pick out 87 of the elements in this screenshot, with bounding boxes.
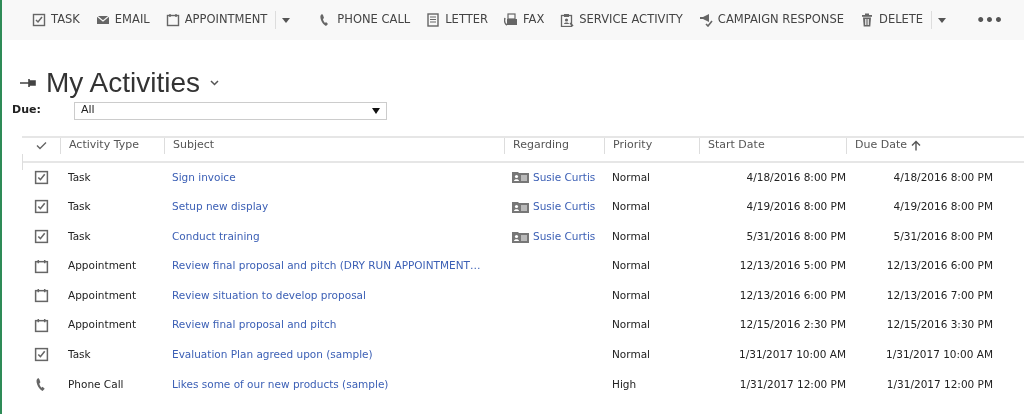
start-date-cell-text: 4/19/2016 8:00 PM xyxy=(745,199,846,215)
column-header[interactable]: Due Date xyxy=(855,137,907,154)
subject-link[interactable]: Setup new display xyxy=(164,199,504,215)
trash-icon xyxy=(860,13,875,27)
column-header[interactable]: Priority xyxy=(613,137,653,154)
toolbar-button[interactable]: PHONE CALL xyxy=(310,4,419,36)
subject-link[interactable]: Review final proposal and pitch xyxy=(164,317,504,334)
column-header[interactable]: Subject xyxy=(173,137,215,154)
start-date-cell-text: 12/13/2016 5:00 PM xyxy=(738,258,846,274)
calendar-icon xyxy=(33,317,49,333)
toolbar-button[interactable]: SERVICE ACTIVITY xyxy=(552,4,691,36)
priority-cell-text: Normal xyxy=(611,287,651,303)
view-title: My Activities xyxy=(46,66,201,100)
contact-card-icon xyxy=(512,230,529,243)
calendar-icon xyxy=(165,13,180,27)
toolbar-button[interactable]: LETTER xyxy=(418,4,496,36)
regarding-link[interactable]: Susie Curtis xyxy=(533,228,596,245)
priority-cell-text: Normal xyxy=(611,258,651,274)
subject-link[interactable]: Review final proposal and pitch (DRY RUN APPOINTMENT… xyxy=(164,258,504,275)
fax-icon xyxy=(504,13,518,27)
priority-cell-text: Normal xyxy=(611,169,651,185)
toolbar-button[interactable]: FAX xyxy=(496,4,553,36)
due-date-cell-text: 1/31/2017 10:00 AM xyxy=(885,347,993,363)
activity-type-cell-text: Task xyxy=(67,228,92,244)
activity-type-cell-text: Task xyxy=(67,347,92,363)
task-icon xyxy=(33,347,49,363)
subject-link[interactable]: Review situation to develop proposal xyxy=(164,287,504,304)
due-date-cell-text: 12/13/2016 7:00 PM xyxy=(885,287,993,303)
subject-link[interactable]: Sign invoice xyxy=(164,169,504,186)
due-date-cell-text: 5/31/2016 8:00 PM xyxy=(892,228,993,244)
envelope-icon xyxy=(95,13,110,27)
caret-icon xyxy=(938,17,947,23)
column-header[interactable]: Regarding xyxy=(513,137,569,154)
due-date-cell-text: 1/31/2017 12:00 PM xyxy=(885,376,993,392)
column-header[interactable]: Start Date xyxy=(708,137,765,154)
toolbar-button[interactable]: CAMPAIGN RESPONSE xyxy=(690,4,853,36)
dropdown-arrow-icon xyxy=(372,107,380,114)
megaphone-icon xyxy=(698,13,713,27)
start-date-cell-text: 12/13/2016 6:00 PM xyxy=(738,287,846,303)
arrow-up-icon[interactable] xyxy=(911,140,921,152)
caret-icon xyxy=(282,17,291,23)
regarding-link[interactable]: Susie Curtis xyxy=(533,169,596,186)
toolbar-button[interactable]: APPOINTMENT xyxy=(157,4,276,36)
contact-card-icon xyxy=(512,201,529,213)
priority-cell-text: Normal xyxy=(611,199,651,215)
contact-card-icon xyxy=(512,171,529,184)
start-date-cell-text: 4/18/2016 8:00 PM xyxy=(745,169,846,185)
activity-type-cell-text: Appointment xyxy=(67,258,138,274)
start-date-cell-text: 1/31/2017 10:00 AM xyxy=(738,347,846,363)
select-all-checkmark-icon[interactable] xyxy=(35,141,47,151)
start-date-cell-text: 1/31/2017 12:00 PM xyxy=(738,376,846,392)
activity-type-cell-text: Task xyxy=(67,199,92,215)
regarding-link[interactable]: Susie Curtis xyxy=(533,199,596,215)
priority-cell-text: Normal xyxy=(611,347,651,363)
priority-cell-text: High xyxy=(611,376,638,392)
calendar-icon xyxy=(33,258,49,274)
chevron-down-icon[interactable] xyxy=(210,79,220,86)
due-date-cell-text: 12/13/2016 6:00 PM xyxy=(885,258,993,274)
task-icon xyxy=(33,199,49,215)
calendar-icon xyxy=(33,288,49,304)
task-icon xyxy=(32,13,46,27)
subject-link[interactable]: Evaluation Plan agreed upon (sample) xyxy=(164,347,504,363)
toolbar-button[interactable]: TASK xyxy=(24,4,88,36)
priority-cell-text: Normal xyxy=(611,228,651,244)
start-date-cell-text: 12/15/2016 2:30 PM xyxy=(738,317,846,333)
due-date-cell-text: 4/18/2016 8:00 PM xyxy=(892,169,993,185)
activity-type-cell-text: Phone Call xyxy=(67,376,125,392)
subject-link[interactable]: Conduct training xyxy=(164,228,504,245)
due-label: Due: xyxy=(12,102,42,119)
toolbar-button[interactable]: DELETE xyxy=(852,4,932,36)
task-icon xyxy=(33,229,49,245)
clipboard-person-icon xyxy=(560,13,575,27)
start-date-cell-text: 5/31/2016 8:00 PM xyxy=(745,228,846,244)
subject-link[interactable]: Likes some of our new products (sample) xyxy=(164,376,504,393)
task-icon xyxy=(33,169,49,185)
activity-type-cell-text: Appointment xyxy=(67,287,138,303)
document-icon xyxy=(426,13,441,27)
activity-type-cell-text: Appointment xyxy=(67,317,138,333)
priority-cell-text: Normal xyxy=(611,317,651,333)
due-date-cell-text: 12/15/2016 3:30 PM xyxy=(885,317,993,333)
column-header[interactable]: Activity Type xyxy=(69,137,139,154)
toolbar-button[interactable]: EMAIL xyxy=(87,4,158,36)
pin-icon[interactable] xyxy=(20,77,36,88)
due-dropdown[interactable]: All xyxy=(74,101,387,120)
due-date-cell-text: 4/19/2016 8:00 PM xyxy=(892,199,993,215)
more-button[interactable]: ••• xyxy=(966,9,1013,31)
activity-type-cell-text: Task xyxy=(67,169,92,185)
